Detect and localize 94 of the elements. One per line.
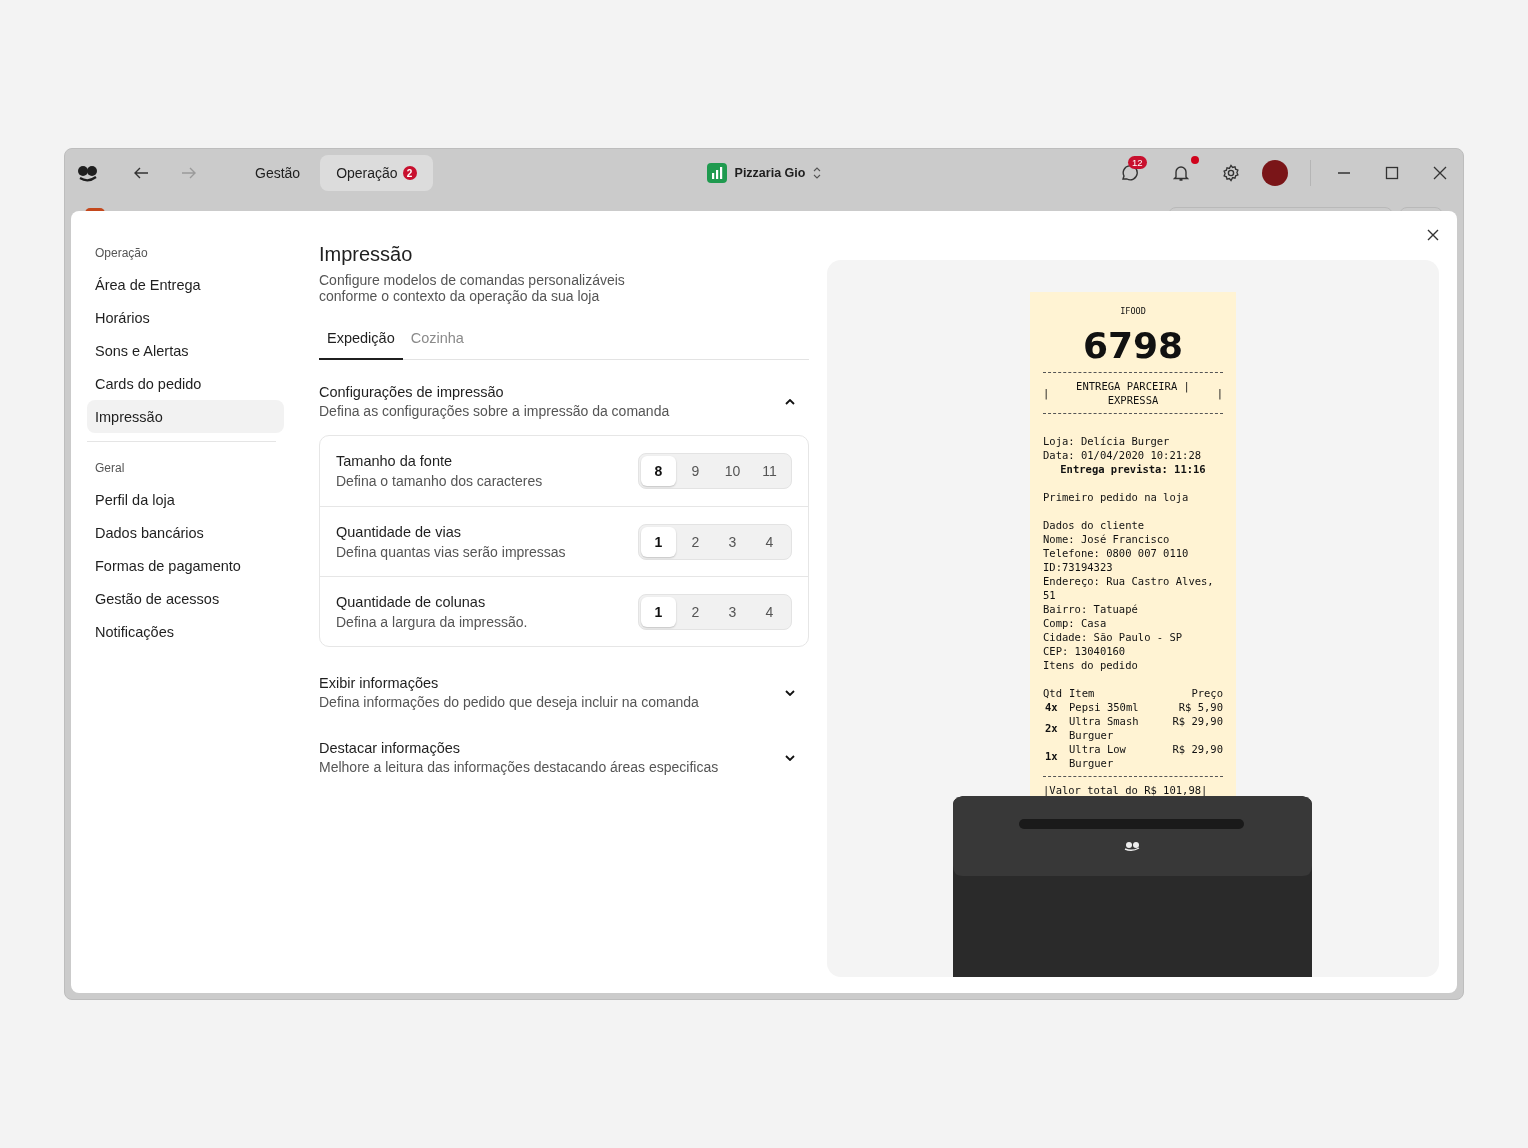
- receipt-item: Ultra Smash Burguer: [1069, 714, 1140, 742]
- order-number: 6798: [1081, 326, 1185, 366]
- segment-option[interactable]: 4: [752, 596, 787, 627]
- chevron-up-icon: [785, 398, 795, 405]
- section-heading: Operação: [94, 245, 149, 262]
- receipt-text: Dados do cliente: [1043, 518, 1146, 532]
- store-selector[interactable]: Pizzaria Gio: [700, 159, 828, 187]
- receipt-item: Ultra Low Burguer: [1069, 742, 1127, 770]
- setting-label: Tamanho da fonte: [336, 453, 454, 469]
- setting-hint: Defina a largura da impressão.: [336, 613, 529, 630]
- section-title: Destacar informações: [319, 740, 462, 756]
- close-icon: [1427, 229, 1439, 241]
- setting-hint: Defina o tamanho dos caracteres: [336, 473, 544, 489]
- receipt-qty: 1x: [1044, 749, 1059, 763]
- setting-label: Quantidade de colunas: [336, 593, 487, 610]
- receipt-text: Endereço: Rua Castro Alves, 51: [1043, 574, 1215, 602]
- section-heading: Geral: [94, 460, 126, 477]
- updown-chevron-icon: [813, 167, 822, 179]
- chevron-down-icon: [785, 754, 795, 761]
- setting-label: Quantidade de vias: [336, 523, 462, 540]
- receipt-text: ID:73194323: [1043, 560, 1114, 574]
- sidebar-item[interactable]: Gestão de acessos: [87, 582, 284, 615]
- receipt-text: |Valor total do R$ 101,98|: [1043, 783, 1209, 797]
- receipt-text: |: [1043, 386, 1050, 400]
- settings-icon[interactable]: [1222, 164, 1240, 182]
- notification-button[interactable]: [1170, 156, 1200, 184]
- receipt-source: IFOOD: [1119, 305, 1147, 318]
- nav-tab[interactable]: Operação 2: [320, 155, 433, 191]
- segment-option[interactable]: 2: [678, 526, 713, 557]
- count-badge: 2: [402, 166, 417, 180]
- sidebar-item[interactable]: Cards do pedido: [87, 367, 284, 400]
- sidebar-item[interactable]: Notificações: [87, 615, 284, 648]
- back-arrow-icon[interactable]: [133, 166, 149, 180]
- count-badge: 12: [1128, 156, 1147, 169]
- section-subtitle: Defina informações do pedido que deseja incluir na comanda: [319, 694, 700, 710]
- section-title: Exibir informações: [319, 675, 440, 691]
- segment-option[interactable]: 1: [641, 526, 676, 557]
- segment-option[interactable]: 3: [715, 526, 750, 557]
- segment-option[interactable]: 9: [678, 456, 713, 486]
- section-subtitle: Defina as configurações sobre a impressão da comanda: [319, 403, 671, 419]
- setting-hint: Defina quantas vias serão impressas: [336, 543, 567, 560]
- avatar[interactable]: [1262, 160, 1288, 186]
- tab[interactable]: Expedição: [319, 322, 403, 360]
- chat-bubble-icon: [1120, 164, 1138, 182]
- receipt-text: Telefone: 0800 007 0110: [1043, 546, 1190, 560]
- receipt-qty: Qtd: [1043, 686, 1063, 700]
- receipt-item: Pepsi 350ml: [1069, 700, 1140, 714]
- bell-icon: [1172, 164, 1190, 182]
- tab[interactable]: Cozinha: [402, 322, 472, 360]
- receipt-text: Primeiro pedido na loja: [1043, 490, 1190, 504]
- sidebar-item[interactable]: Dados bancários: [87, 516, 284, 549]
- chevron-down-icon: [785, 689, 795, 696]
- sidebar-item[interactable]: Perfil da loja: [87, 483, 284, 516]
- segment-option[interactable]: 11: [752, 456, 787, 486]
- page-description: Configure modelos de comandas personalizáveis conforme o contexto da operação da sua loja: [319, 272, 626, 304]
- chat-button[interactable]: 12: [1118, 156, 1148, 184]
- receipt-text: Data: 01/04/2020 10:21:28: [1043, 448, 1203, 462]
- page-title: Impressão: [319, 243, 414, 266]
- sidebar-item[interactable]: Horários: [87, 301, 284, 334]
- app-logo-icon[interactable]: [77, 164, 99, 182]
- sidebar-item[interactable]: Impressão: [87, 400, 284, 433]
- receipt-text: Comp: Casa: [1043, 616, 1108, 630]
- receipt-text: Itens do pedido: [1043, 658, 1139, 672]
- receipt-text: CEP: 13040160: [1043, 644, 1127, 658]
- segment-option[interactable]: 2: [678, 596, 713, 627]
- receipt-text: Bairro: Tatuapé: [1043, 602, 1139, 616]
- segment-option[interactable]: 8: [641, 456, 676, 486]
- sidebar-item[interactable]: Formas de pagamento: [87, 549, 284, 582]
- sidebar-item[interactable]: Sons e Alertas: [87, 334, 284, 367]
- segment-option[interactable]: 1: [641, 596, 676, 627]
- receipt-text: Nome: José Francisco: [1043, 532, 1171, 546]
- receipt-qty: 4x: [1044, 700, 1059, 714]
- maximize-icon[interactable]: [1385, 166, 1399, 180]
- section-title: Configurações de impressão: [319, 384, 505, 400]
- receipt-price: R$ 29,90: [1172, 714, 1223, 729]
- section-subtitle: Melhore a leitura das informações destacando áreas especificas: [319, 759, 720, 775]
- receipt-text: Loja: Delícia Burger: [1043, 434, 1171, 448]
- nav-tab[interactable]: Gestão: [239, 155, 317, 191]
- receipt-text: |: [1216, 386, 1223, 400]
- close-icon[interactable]: [1433, 166, 1447, 180]
- receipt-text: ENTREGA PARCEIRA | EXPRESSA: [1075, 379, 1191, 407]
- close-button[interactable]: [1427, 229, 1439, 241]
- receipt-price: R$ 5,90: [1178, 700, 1223, 714]
- receipt-price: R$ 29,90: [1172, 742, 1223, 757]
- receipt-qty: 2x: [1044, 721, 1059, 735]
- chart-bars-icon: [706, 163, 727, 183]
- segment-option[interactable]: 4: [752, 526, 787, 557]
- receipt-item: Item: [1069, 686, 1096, 700]
- receipt-text: Cidade: São Paulo - SP: [1043, 630, 1184, 644]
- receipt-price: Preço: [1191, 686, 1223, 700]
- receipt-text: Entrega prevista: 11:16: [1059, 462, 1207, 476]
- segment-option[interactable]: 10: [715, 456, 750, 486]
- segment-option[interactable]: 3: [715, 596, 750, 627]
- sidebar-item[interactable]: Área de Entrega: [87, 268, 284, 301]
